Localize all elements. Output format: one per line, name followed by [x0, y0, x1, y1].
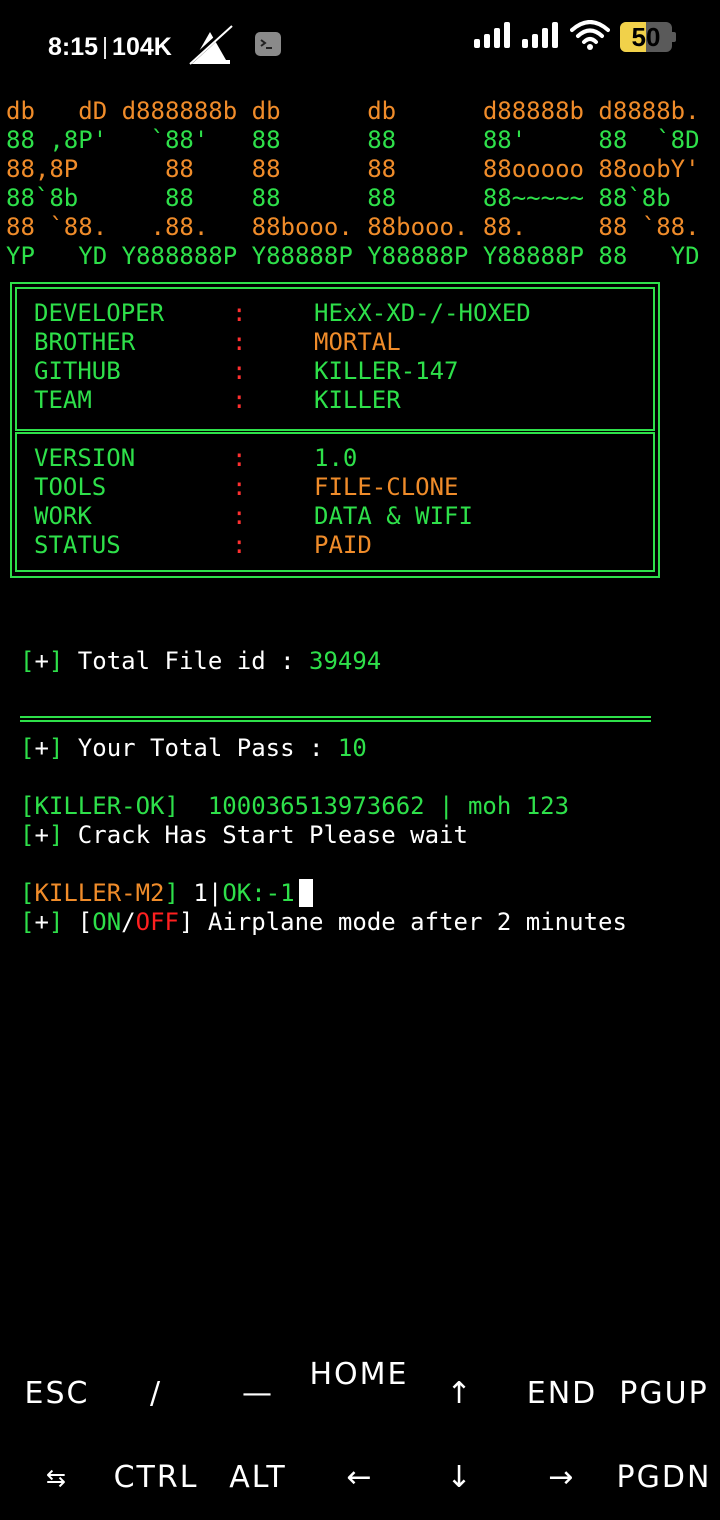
info-value: 1.0	[314, 444, 358, 472]
info-row-developer: DEVELOPER: HExX-XD-/-HOXED	[34, 299, 654, 328]
info-row-version: VERSION: 1.0	[34, 444, 654, 473]
info-separator: :	[232, 299, 247, 327]
info-value: PAID	[314, 531, 372, 559]
info-key: DEVELOPER	[34, 299, 165, 327]
ok-tag: [KILLER-OK]	[20, 792, 179, 820]
double-divider	[20, 716, 651, 722]
info-separator: :	[232, 502, 247, 530]
m2-count: 1	[178, 879, 208, 907]
info-key: TOOLS	[34, 473, 107, 501]
banner-line: 88 `88. .88. 88booo. 88booo. 88. 88 `88.	[6, 213, 700, 241]
info-key: BROTHER	[34, 328, 136, 356]
up-arrow-key[interactable]: ↑	[409, 1376, 511, 1412]
ascii-banner: db dD d888888b db db d88888b d8888b. 88 ,…	[6, 97, 700, 271]
info-separator: :	[232, 328, 247, 356]
info-separator: :	[232, 357, 247, 385]
banner-line: YP YD Y888888P Y88888P Y88888P Y88888P 8…	[6, 242, 700, 270]
info-separator: :	[232, 386, 247, 414]
info-row-team: TEAM: KILLER	[34, 386, 654, 415]
home-key[interactable]: HOME	[309, 1356, 409, 1394]
info-key: WORK	[34, 502, 92, 530]
ok-result-line: [KILLER-OK] 100036513973662 | moh 123	[20, 792, 569, 821]
info-value: KILLER	[314, 386, 401, 414]
info-value: KILLER-147	[314, 357, 459, 385]
info-key: TEAM	[34, 386, 92, 414]
terminal-app-icon	[254, 31, 282, 64]
info-separator: :	[232, 473, 247, 501]
separator	[104, 36, 107, 59]
ctrl-key[interactable]: CTRL	[105, 1460, 207, 1496]
info-rows-bottom: VERSION: 1.0 TOOLS: FILE-CLONE WORK: DATA & W…	[34, 444, 654, 560]
info-row-work: WORK: DATA & WIFI	[34, 502, 654, 531]
down-arrow-key[interactable]: ↓	[409, 1460, 511, 1496]
info-value: HExX-XD-/-HOXED	[314, 299, 531, 327]
info-rows-top: DEVELOPER: HExX-XD-/-HOXED BROTHER: MORTAL G…	[34, 299, 654, 415]
status-right: 50	[474, 20, 676, 54]
ok-result-text: 100036513973662 | moh 123	[178, 792, 570, 820]
signal-icon-2	[522, 22, 560, 52]
terminal-cursor[interactable]	[298, 879, 313, 907]
slash-key[interactable]: /	[105, 1376, 207, 1412]
signal-icon	[474, 22, 512, 52]
no-notification-icon	[184, 22, 236, 73]
status-bar: 8:15 104K 50	[0, 0, 720, 80]
info-key: VERSION	[34, 444, 136, 472]
left-arrow-key[interactable]: ←	[309, 1460, 411, 1496]
info-key: GITHUB	[34, 357, 121, 385]
banner-line: 88,8P 88 88 88 88ooooo 88oobY'	[6, 155, 700, 183]
info-row-brother: BROTHER: MORTAL	[34, 328, 654, 357]
results-output: [KILLER-OK] 100036513973662 | moh 123 [K…	[20, 734, 569, 937]
info-separator: :	[232, 531, 247, 559]
pgup-key[interactable]: PGUP	[613, 1376, 715, 1412]
m2-tag: KILLER-M2	[34, 879, 165, 907]
esc-key[interactable]: ESC	[6, 1376, 108, 1412]
info-row-tools: TOOLS: FILE-CLONE	[34, 473, 654, 502]
end-key[interactable]: END	[511, 1376, 613, 1412]
info-value: DATA & WIFI	[314, 502, 473, 530]
dash-key[interactable]: —	[207, 1376, 309, 1412]
info-value: FILE-CLONE	[314, 473, 459, 501]
banner-line: 88`8b 88 88 88 88~~~~~ 88`8b	[6, 184, 671, 212]
battery-level: 50	[631, 22, 661, 52]
info-separator: :	[232, 444, 247, 472]
wifi-icon	[570, 20, 610, 54]
right-arrow-key[interactable]: →	[511, 1460, 613, 1496]
info-row-status: STATUS: PAID	[34, 531, 654, 560]
info-value: MORTAL	[314, 328, 401, 356]
tab-key[interactable]: ⇆	[6, 1460, 108, 1496]
banner-line: 88 ,8P' `88' 88 88 88' 88 `8D	[6, 126, 700, 154]
extra-keys-bar: ESC / — HOME ↑ END PGUP ⇆ CTRL ALT ← ↓ →…	[0, 1350, 720, 1520]
m2-status: OK:-1	[222, 879, 295, 907]
alt-key[interactable]: ALT	[207, 1460, 309, 1496]
m2-result-line: [KILLER-M2] 1|OK:-1	[20, 879, 569, 908]
network-speed: 104K	[112, 33, 172, 61]
total-file-value: 39494	[309, 647, 382, 675]
clock: 8:15	[48, 33, 99, 61]
total-file-line: [+] Total File id : 39494	[20, 647, 382, 675]
info-row-github: GITHUB: KILLER-147	[34, 357, 654, 386]
status-left: 8:15 104K	[48, 22, 282, 73]
pgdn-key[interactable]: PGDN	[613, 1460, 715, 1496]
battery-icon: 50	[620, 22, 676, 52]
info-key: STATUS	[34, 531, 121, 559]
banner-line: db dD d888888b db db d88888b d8888b.	[6, 97, 700, 125]
